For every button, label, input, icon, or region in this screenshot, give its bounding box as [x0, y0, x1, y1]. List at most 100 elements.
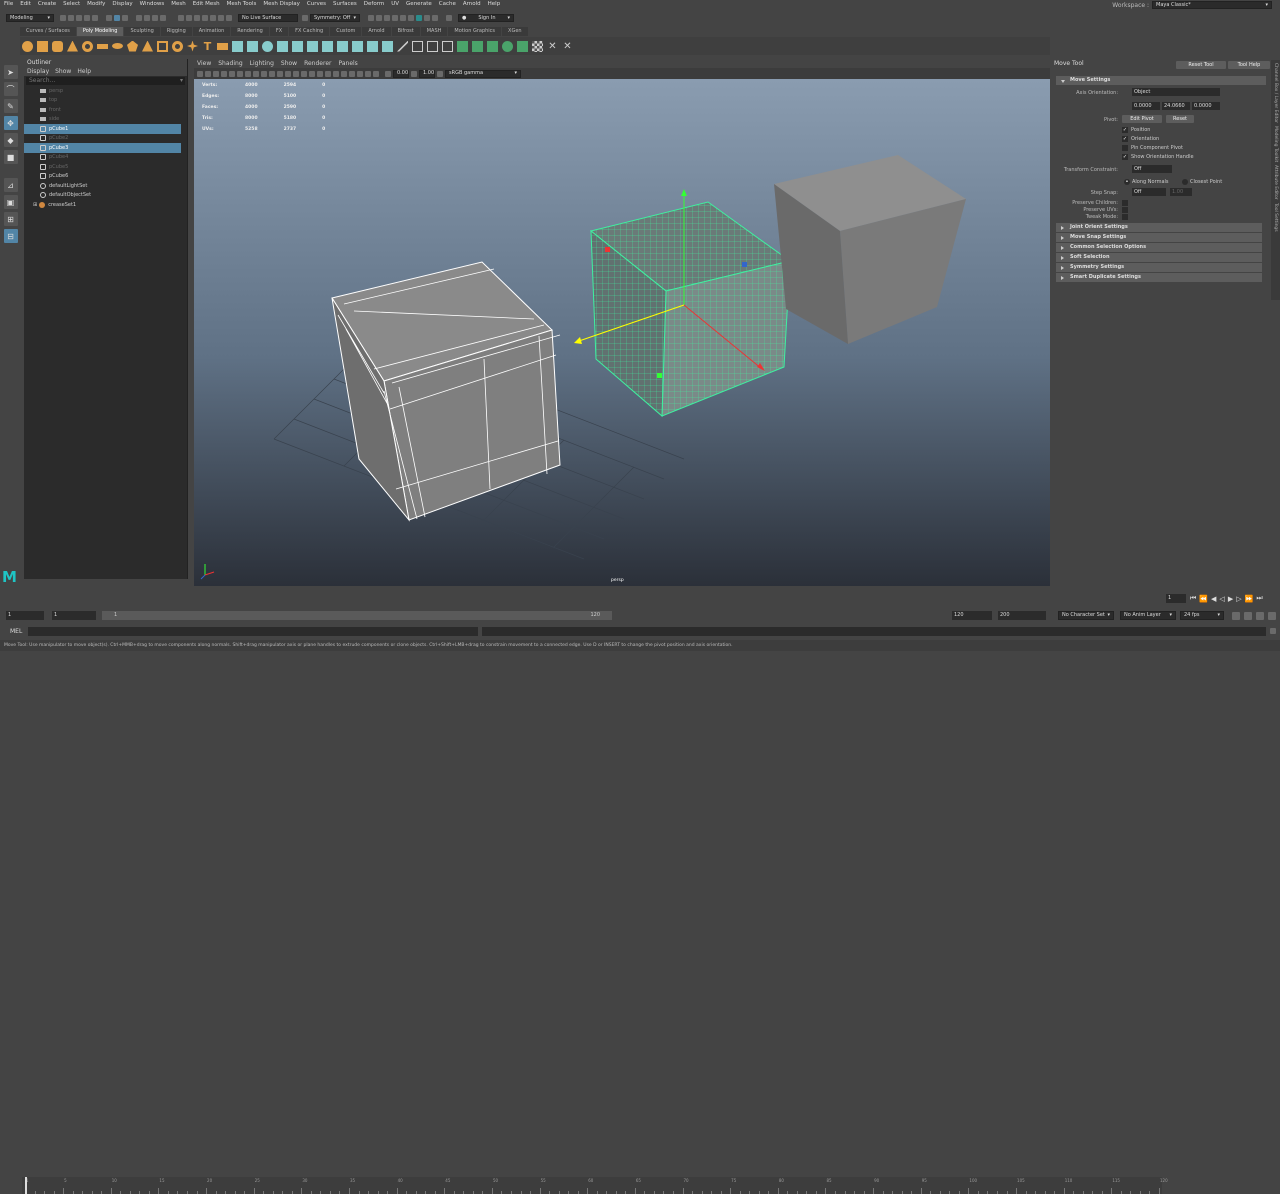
auto-key-icon[interactable] [1244, 612, 1252, 620]
automatic-map-icon[interactable] [517, 40, 528, 52]
bevel-icon[interactable] [352, 40, 363, 52]
shelf-tab-arnold[interactable]: Arnold [362, 27, 391, 36]
image-plane-icon[interactable] [221, 70, 227, 77]
viewport-menu-view[interactable]: View [197, 60, 211, 68]
section-common-selection-options[interactable]: Common Selection Options [1056, 243, 1262, 252]
wireframe-icon[interactable] [285, 70, 291, 77]
motion-blur-icon[interactable] [341, 70, 347, 77]
shadows-icon[interactable] [325, 70, 331, 77]
workspace-dropdown[interactable]: Maya Classic* ▾ [1152, 1, 1272, 9]
viewport-menu-shading[interactable]: Shading [218, 60, 242, 68]
go-to-end-icon[interactable]: ⏭ [1256, 594, 1262, 603]
closest-point-radio[interactable] [1182, 179, 1188, 185]
safe-action-icon[interactable] [269, 70, 275, 77]
planar-map-icon[interactable] [472, 40, 483, 52]
shelf-tab-motion-graphics[interactable]: Motion Graphics [448, 27, 502, 36]
checkbox-show-orientation-handle[interactable]: ✓ [1122, 154, 1128, 160]
snap-surface-icon[interactable] [210, 15, 216, 21]
current-time-marker[interactable] [25, 1177, 27, 1194]
reset-pivot-button[interactable]: Reset [1166, 115, 1194, 123]
outliner-item[interactable]: pCube4 [24, 153, 187, 163]
outliner-item[interactable]: pCube1 [24, 124, 181, 134]
poly-sphere-icon[interactable] [22, 40, 33, 52]
menu-item-mesh[interactable]: Mesh [171, 0, 185, 9]
bookmark-icon[interactable] [213, 70, 219, 77]
shelf-tab-mash[interactable]: MASH [420, 27, 448, 36]
scale-tool-icon[interactable]: ■ [3, 150, 18, 164]
fill-hole-icon[interactable] [382, 40, 393, 52]
menu-item-display[interactable]: Display [112, 0, 132, 9]
select-hierarchy-icon[interactable] [106, 15, 112, 21]
svg-icon[interactable] [217, 42, 228, 50]
step-snap-amount[interactable]: 1.00 [1170, 188, 1192, 196]
anim-prefs-icon[interactable] [1268, 612, 1276, 620]
undo-icon[interactable] [84, 15, 90, 21]
viewport-menu-panels[interactable]: Panels [338, 60, 357, 68]
insert-edge-loop-icon[interactable] [427, 40, 438, 52]
sign-in-dropdown[interactable]: ● Sign In ▾ [458, 14, 514, 22]
side-tab-channel-box-layer-editor[interactable]: Channel Box / Layer Editor [1273, 63, 1278, 123]
select-component-icon[interactable] [122, 15, 128, 21]
exposure-field[interactable]: 0.00 [393, 69, 409, 78]
axis-orientation-dropdown[interactable]: Object [1132, 88, 1220, 96]
redo-icon[interactable] [92, 15, 98, 21]
axis-value-z[interactable]: 0.0000 [1192, 102, 1220, 110]
grid-icon[interactable] [229, 70, 235, 77]
outliner-item[interactable]: front [24, 105, 187, 115]
side-tab-modeling-toolkit[interactable]: Modeling Toolkit [1273, 126, 1278, 162]
outliner-menu-help[interactable]: Help [77, 67, 91, 76]
transform-constraint-dropdown[interactable]: Off [1132, 165, 1172, 173]
command-input[interactable] [28, 627, 478, 636]
arnold-icon[interactable] [408, 15, 414, 21]
menu-item-curves[interactable]: Curves [307, 0, 326, 9]
field-chart-icon[interactable] [261, 70, 267, 77]
start-time-field[interactable]: 1 [6, 611, 44, 620]
preserve-children-checkbox[interactable] [1122, 200, 1128, 206]
single-view-icon[interactable]: ▣ [3, 195, 18, 209]
bridge-icon[interactable] [322, 40, 333, 52]
shelf-tab-fx[interactable]: FX [269, 27, 289, 36]
shaded-wire-icon[interactable] [301, 70, 307, 77]
menu-item-mesh-tools[interactable]: Mesh Tools [227, 0, 257, 9]
xray-icon[interactable] [365, 70, 371, 77]
lights-icon[interactable] [317, 70, 323, 77]
outliner-item[interactable]: ⊞ creaseSet1 [24, 200, 187, 210]
checkbox-position[interactable]: ✓ [1122, 127, 1128, 133]
side-tab-tool-settings[interactable]: Tool Settings [1273, 203, 1278, 232]
sew-uv-icon[interactable]: ✕ [562, 41, 573, 52]
menu-item-uv[interactable]: UV [391, 0, 399, 9]
outliner-menu-show[interactable]: Show [55, 67, 71, 76]
outliner-item[interactable]: pCube2 [24, 134, 187, 144]
loop-icon[interactable] [1232, 612, 1240, 620]
symmetry-icon[interactable] [302, 15, 308, 21]
safe-title-icon[interactable] [277, 70, 283, 77]
pcube-selected[interactable] [574, 189, 792, 418]
step-snap-dropdown[interactable]: Off [1132, 188, 1166, 196]
spherical-map-icon[interactable] [502, 40, 513, 52]
outliner-item[interactable]: defaultObjectSet [24, 191, 187, 201]
platonic-solid-icon[interactable] [127, 40, 138, 52]
section-smart-duplicate-settings[interactable]: Smart Duplicate Settings [1056, 273, 1262, 282]
tweak-mode-checkbox[interactable] [1122, 214, 1128, 220]
snap-surface-icon[interactable] [218, 15, 224, 21]
playback-start-field[interactable]: 1 [52, 611, 96, 620]
render-icon[interactable] [376, 15, 382, 21]
outliner-item[interactable]: pCube5 [24, 162, 187, 172]
rotate-tool-icon[interactable]: ◆ [3, 133, 18, 147]
light-editor-icon[interactable] [432, 15, 438, 21]
time-ruler[interactable]: 1 5 10 15 20 25 30 35 40 45 50 55 60 65 70 75 80 85 90 95 10… [22, 1177, 1168, 1194]
menu-item-select[interactable]: Select [63, 0, 80, 9]
smooth-icon[interactable] [262, 40, 273, 52]
script-editor-icon[interactable] [1270, 628, 1276, 634]
menu-item-edit-mesh[interactable]: Edit Mesh [193, 0, 220, 9]
side-tab-attribute-editor[interactable]: Attribute Editor [1273, 165, 1278, 200]
outliner-item[interactable]: pCube3 [24, 143, 181, 153]
snap-grid-icon[interactable] [178, 15, 184, 21]
menu-item-generate[interactable]: Generate [406, 0, 432, 9]
preserve-uvs-checkbox[interactable] [1122, 207, 1128, 213]
multi-cut-icon[interactable] [397, 40, 408, 52]
axis-value-x[interactable]: 0.0000 [1132, 102, 1160, 110]
exposure-icon[interactable] [385, 70, 391, 77]
viewport-menu-renderer[interactable]: Renderer [304, 60, 331, 68]
gamma-icon[interactable] [411, 70, 417, 77]
